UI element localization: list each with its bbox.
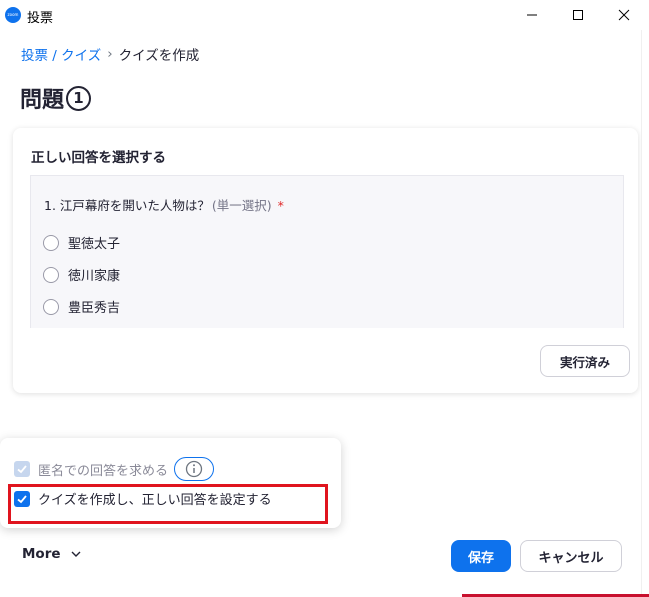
radio-button[interactable]: [43, 234, 59, 251]
maximize-button[interactable]: [555, 0, 601, 30]
minimize-button[interactable]: [509, 0, 555, 30]
window-title: 投票: [27, 11, 54, 26]
close-icon: [618, 9, 630, 21]
breadcrumb: 投票 / クイズ › クイズを作成: [21, 44, 199, 64]
option-label: 徳川家康: [68, 269, 121, 284]
radio-button[interactable]: [43, 298, 59, 315]
close-button[interactable]: [601, 0, 647, 30]
done-button[interactable]: 実行済み: [540, 345, 630, 377]
maximize-icon: [573, 10, 583, 20]
minimize-icon: [527, 14, 537, 16]
question-number-badge: 1: [66, 85, 92, 111]
zoom-app-icon: zoom: [5, 7, 21, 23]
chevron-down-icon: [71, 551, 81, 557]
question-line: 1. 江戸幕府を開いた人物は？ (単一選択) *: [44, 195, 284, 214]
info-icon: [185, 460, 203, 478]
page-title: 問題 1: [20, 82, 92, 114]
answer-option[interactable]: 豊臣秀吉: [43, 297, 120, 316]
answer-option[interactable]: 徳川家康: [43, 265, 120, 284]
required-mark: *: [277, 198, 284, 213]
window-edge: [641, 30, 649, 597]
cancel-button[interactable]: キャンセル: [520, 540, 622, 572]
anonymous-label: 匿名での回答を求める: [38, 463, 169, 479]
breadcrumb-root-link[interactable]: 投票 / クイズ: [21, 44, 101, 64]
annotation-highlight-box: [8, 484, 328, 524]
anonymous-setting[interactable]: 匿名での回答を求める: [14, 457, 215, 481]
save-button[interactable]: 保存: [451, 540, 511, 572]
question-box: 1. 江戸幕府を開いた人物は？ (単一選択) * 聖徳太子 徳川家康 豊臣秀吉: [30, 175, 624, 328]
more-label: More: [22, 546, 61, 562]
checkmark-icon: [17, 465, 27, 474]
option-label: 豊臣秀吉: [68, 301, 121, 316]
option-label: 聖徳太子: [68, 237, 121, 252]
title-bar: zoom 投票: [0, 0, 649, 30]
page-title-text: 問題: [20, 88, 65, 113]
anonymous-checkbox[interactable]: [14, 461, 30, 477]
breadcrumb-current: クイズを作成: [118, 48, 200, 64]
question-type: (単一選択): [211, 198, 272, 213]
breadcrumb-separator: ›: [107, 46, 113, 62]
radio-button[interactable]: [43, 266, 59, 283]
question-card: 正しい回答を選択する 1. 江戸幕府を開いた人物は？ (単一選択) * 聖徳太子 徳…: [13, 128, 638, 393]
answer-option[interactable]: 聖徳太子: [43, 233, 120, 252]
more-button[interactable]: More: [22, 546, 81, 562]
question-text: 1. 江戸幕府を開いた人物は？: [44, 198, 210, 213]
card-heading: 正しい回答を選択する: [31, 150, 166, 166]
info-button[interactable]: [174, 457, 215, 481]
